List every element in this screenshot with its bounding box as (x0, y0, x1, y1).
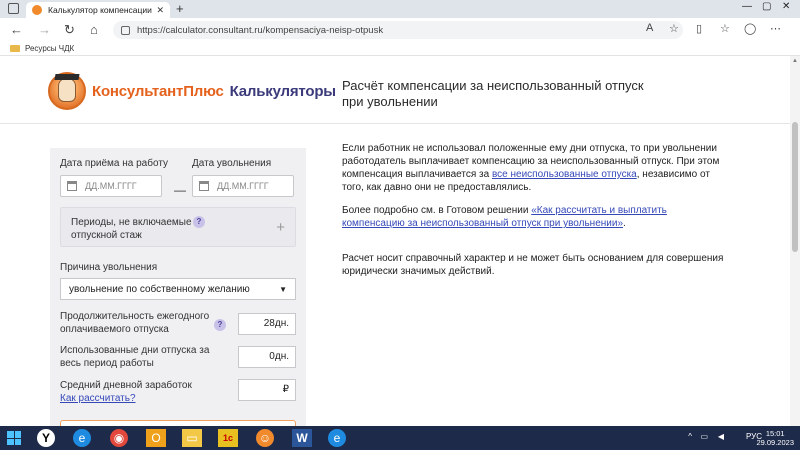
split-screen-icon[interactable]: ▯ (696, 22, 702, 35)
forward-icon[interactable]: → (38, 22, 51, 37)
used-days-label: Использованные дни отпуска за весь перио… (60, 345, 210, 369)
1c-icon[interactable]: 1c (218, 429, 238, 447)
hire-date-input[interactable]: ДД.ММ.ГГГГ (60, 175, 162, 197)
page-content: КонсультантПлюс Калькуляторы Расчёт компе… (0, 56, 800, 426)
file-explorer-icon[interactable]: ▭ (182, 429, 202, 447)
system-clock[interactable]: 15:01 29.09.2023 (756, 429, 794, 447)
avg-earnings-label: Средний дневной заработок (60, 380, 192, 391)
excluded-periods-section[interactable]: Периоды, не включаемые в отпускной стаж … (60, 207, 296, 247)
dismissal-date-label: Дата увольнения (192, 158, 272, 169)
favorite-folder-resursy[interactable]: Ресурсы ЧДК (25, 44, 74, 53)
avg-earnings-input[interactable]: ₽ (238, 379, 296, 401)
browser-tab[interactable]: Калькулятор компенсации за н ✕ (26, 2, 170, 18)
dismissal-reason-value: увольнение по собственному желанию (69, 283, 250, 295)
calendar-icon[interactable] (67, 181, 77, 191)
dismissal-reason-label: Причина увольнения (60, 262, 158, 273)
volume-icon[interactable]: ◀ (718, 432, 724, 441)
tray-up-arrow-icon[interactable]: ^ (688, 432, 692, 441)
site-header: КонсультантПлюс Калькуляторы Расчёт компе… (0, 56, 790, 124)
close-window-icon[interactable]: ✕ (782, 1, 790, 12)
leave-duration-label: Продолжительность ежегодного оплачиваемо… (60, 311, 210, 335)
minimize-icon[interactable]: — (742, 1, 752, 12)
refresh-icon[interactable]: ↻ (64, 22, 75, 38)
leave-duration-value: 28 (263, 318, 275, 329)
edge-icon[interactable]: e (73, 429, 91, 447)
lock-icon (121, 25, 130, 35)
scroll-thumb[interactable] (792, 122, 798, 252)
word-icon[interactable]: W (292, 429, 312, 447)
date-range-dash: — (174, 183, 186, 197)
yandex-browser-icon[interactable]: Y (37, 429, 55, 447)
details-tail: . (623, 218, 626, 229)
brand-consultant: КонсультантПлюс (92, 83, 224, 100)
folder-icon (10, 45, 20, 52)
outlook-icon[interactable]: O (146, 429, 166, 447)
hire-date-placeholder: ДД.ММ.ГГГГ (85, 181, 137, 191)
calendar-icon[interactable] (199, 181, 209, 191)
intro-paragraph: Если работник не использовал положенные … (342, 142, 732, 194)
page-title: Расчёт компенсации за неиспользованный о… (342, 78, 644, 109)
edge-active-icon[interactable]: e (328, 429, 346, 447)
logo-face-icon (58, 78, 76, 102)
chevron-down-icon: ▼ (279, 284, 287, 294)
help-icon[interactable]: ? (193, 216, 205, 228)
clock-date: 29.09.2023 (756, 438, 794, 447)
network-icon[interactable]: ▭ (700, 432, 708, 441)
back-icon[interactable]: ← (10, 22, 23, 37)
logo-hat-icon (54, 74, 80, 80)
chrome-icon[interactable]: ◉ (110, 429, 128, 447)
all-unused-leaves-link[interactable]: все неиспользованные отпуска (492, 169, 637, 180)
tab-title: Калькулятор компенсации за н (48, 5, 152, 15)
brand-name[interactable]: КонсультантПлюс Калькуляторы (92, 83, 336, 100)
dismissal-date-input[interactable]: ДД.ММ.ГГГГ (192, 175, 294, 197)
currency-sign: ₽ (282, 384, 289, 395)
favorites-icon[interactable]: ☆ (720, 22, 730, 35)
url-text: https://calculator.consultant.ru/kompens… (137, 24, 384, 36)
site-favicon-icon (32, 5, 42, 15)
leave-duration-unit: дн. (274, 318, 289, 329)
details-paragraph: Более подробно см. в Готовом решении «Ка… (342, 204, 732, 230)
excluded-periods-label: Периоды, не включаемые в отпускной стаж (71, 217, 200, 241)
more-options-icon[interactable]: ⋯ (770, 22, 781, 35)
clock-time: 15:01 (765, 429, 785, 438)
address-bar[interactable]: https://calculator.consultant.ru/kompens… (113, 21, 683, 39)
scroll-up-icon[interactable]: ▲ (792, 58, 798, 64)
navigation-bar: ← → ↻ ⌂ https://calculator.consultant.ru… (0, 18, 800, 42)
home-icon[interactable]: ⌂ (90, 22, 98, 37)
consultant-taskbar-icon[interactable]: ☺ (256, 429, 274, 447)
profile-icon[interactable]: ◯ (744, 22, 756, 35)
close-tab-icon[interactable]: ✕ (156, 5, 164, 16)
new-tab-button[interactable]: + (176, 1, 184, 16)
leave-duration-input[interactable]: 28дн. (238, 313, 296, 335)
page-scrollbar[interactable]: ▲ (790, 56, 800, 426)
used-days-unit: дн. (274, 351, 289, 362)
details-text: Более подробно см. в Готовом решении (342, 205, 532, 216)
browser-tab-bar: Калькулятор компенсации за н ✕ + — ▢ ✕ (0, 0, 800, 18)
read-aloud-icon[interactable]: A (646, 22, 653, 34)
maximize-icon[interactable]: ▢ (762, 1, 771, 12)
dismissal-reason-select[interactable]: увольнение по собственному желанию ▼ (60, 278, 296, 300)
windows-taskbar: Y e ◉ O ▭ 1c ☺ W e ^ ▭ ◀ РУС 15:01 29.09… (0, 426, 800, 450)
used-days-input[interactable]: 0дн. (238, 346, 296, 368)
add-period-icon[interactable]: + (276, 219, 285, 236)
favorite-star-icon[interactable]: ☆ (669, 22, 679, 35)
tab-actions-icon[interactable] (8, 3, 19, 14)
favorites-bar: Ресурсы ЧДК (0, 42, 800, 56)
dismissal-date-placeholder: ДД.ММ.ГГГГ (217, 181, 269, 191)
disclaimer-paragraph: Расчет носит справочный характер и не мо… (342, 253, 724, 277)
hire-date-label: Дата приёма на работу (60, 158, 169, 169)
help-icon[interactable]: ? (214, 319, 226, 331)
windows-start-icon[interactable] (7, 431, 21, 445)
calculator-form: Дата приёма на работу Дата увольнения ДД… (50, 148, 306, 426)
how-to-calculate-link[interactable]: Как рассчитать? (60, 393, 136, 404)
brand-calculators: Калькуляторы (229, 83, 336, 100)
